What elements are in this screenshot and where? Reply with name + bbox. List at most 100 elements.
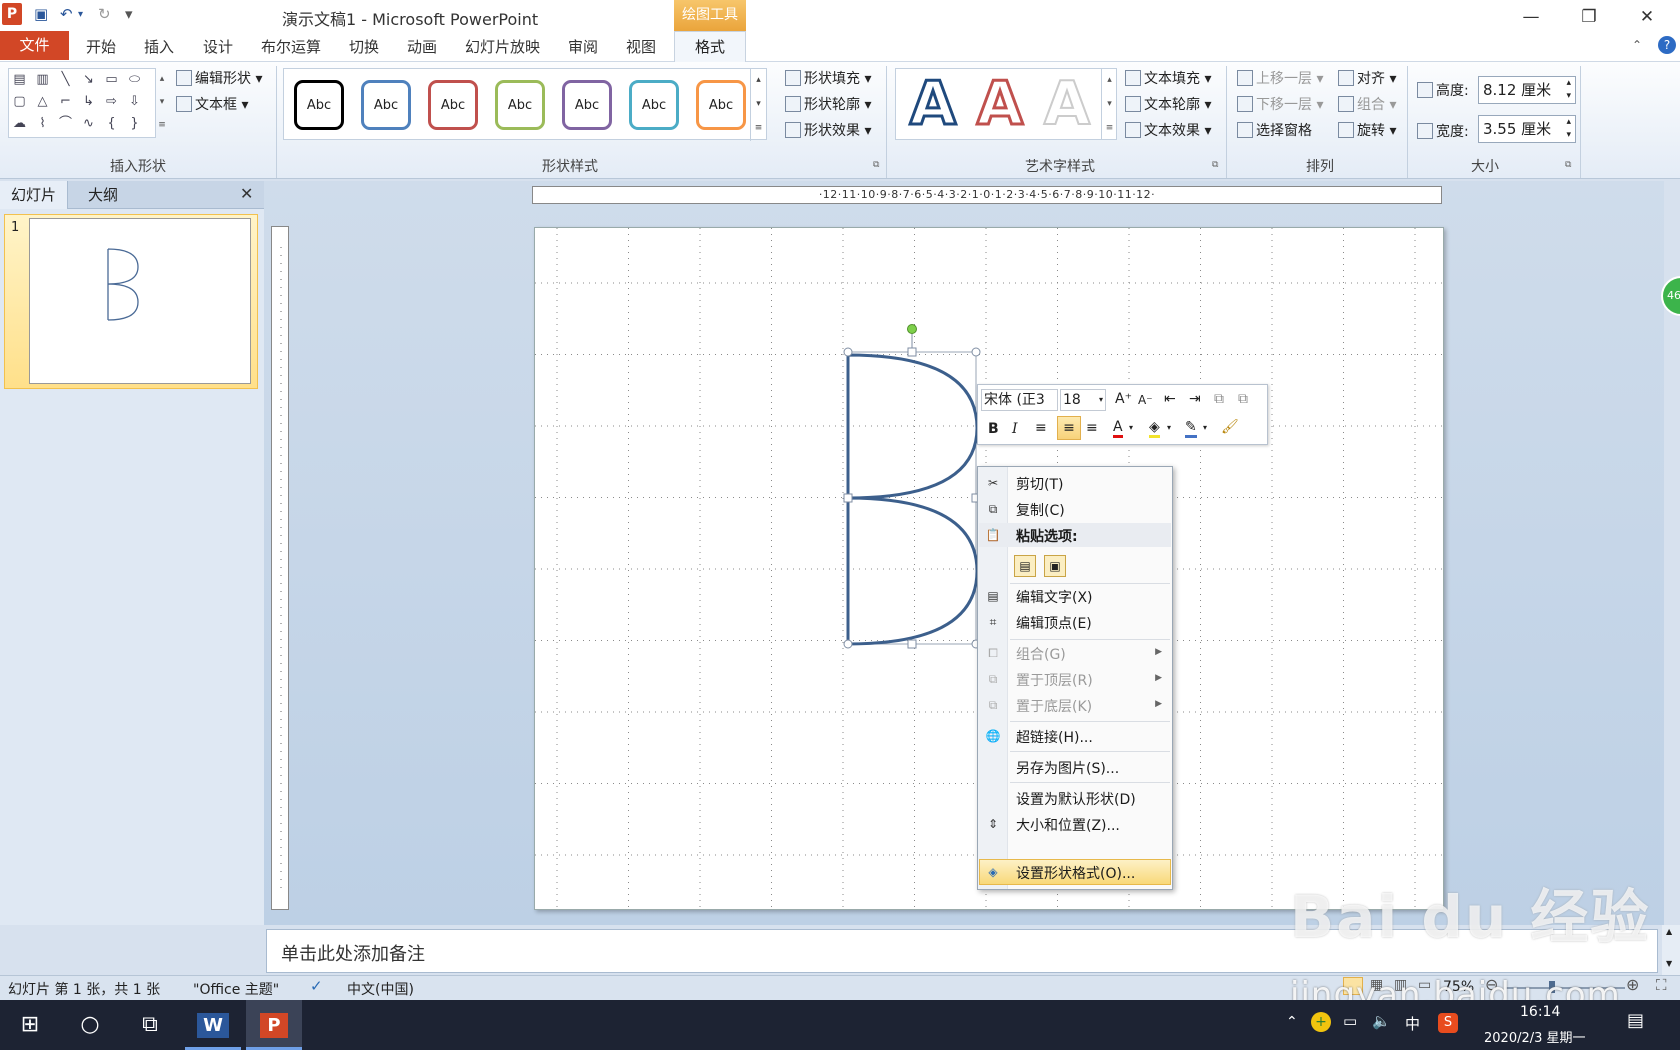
bring-forward-button[interactable]: 上移一层 ▾: [1237, 68, 1323, 88]
text-effects-button[interactable]: 文本效果 ▾: [1125, 120, 1211, 140]
search-icon[interactable]: ○: [62, 1000, 118, 1050]
menu-item-hyperlink[interactable]: 超链接(H)...: [1016, 727, 1093, 747]
minimize-icon[interactable]: —: [1503, 0, 1559, 34]
rotation-handle[interactable]: [907, 324, 917, 334]
shrink-font-icon[interactable]: A⁻: [1138, 393, 1153, 407]
gallery-more-icon[interactable]: ≡: [750, 117, 766, 141]
tab-format[interactable]: 格式: [674, 31, 746, 63]
text-fill-button[interactable]: 文本填充 ▾: [1125, 68, 1211, 88]
menu-item-copy[interactable]: 复制(C): [1016, 500, 1065, 520]
font-color-dropdown-icon[interactable]: ▾: [1129, 423, 1133, 432]
outline-color-icon[interactable]: ✎: [1185, 419, 1197, 438]
group-button[interactable]: 组合 ▾: [1338, 94, 1396, 114]
powerpoint-app-icon[interactable]: P: [2, 3, 22, 25]
status-language[interactable]: 中文(中国): [347, 979, 414, 999]
align-left-icon[interactable]: ≡: [1035, 420, 1047, 436]
font-name-select[interactable]: 宋体 (正3: [981, 389, 1058, 411]
selection-pane-button[interactable]: 选择窗格: [1237, 120, 1312, 140]
tab-slideshow[interactable]: 幻灯片放映: [465, 36, 540, 57]
customize-quick-access-icon[interactable]: ▾: [125, 5, 133, 23]
show-hidden-icons[interactable]: ⌃: [1286, 1014, 1298, 1030]
scroll-down-icon[interactable]: ▼: [1666, 959, 1672, 968]
grow-font-icon[interactable]: A⁺: [1115, 391, 1132, 407]
bold-icon[interactable]: B: [988, 421, 999, 437]
edit-shape-button[interactable]: 编辑形状 ▾: [176, 68, 262, 88]
wordart-gallery[interactable]: A A A: [895, 68, 1117, 140]
resize-handle-bottom-left[interactable]: [843, 639, 853, 649]
undo-dropdown-icon[interactable]: ▾: [78, 9, 83, 20]
gallery-scroll-up-icon[interactable]: ▴: [750, 69, 766, 93]
oval-shape-icon[interactable]: ⬭: [126, 71, 143, 88]
powerpoint-taskbar-icon[interactable]: P: [246, 1000, 302, 1050]
notes-scrollbar[interactable]: ▲ ▼: [1662, 925, 1680, 975]
close-icon[interactable]: ✕: [1619, 0, 1675, 34]
arrow-shape-icon[interactable]: ↘: [80, 71, 97, 88]
minimize-ribbon-icon[interactable]: ⌃: [1632, 38, 1642, 52]
tab-transitions[interactable]: 切换: [349, 36, 379, 57]
menu-item-size-position[interactable]: 大小和位置(Z)...: [1016, 815, 1120, 835]
resize-handle-bottom[interactable]: [907, 639, 917, 649]
text-outline-button[interactable]: 文本轮廓 ▾: [1125, 94, 1211, 114]
shape-styles-gallery[interactable]: ▴ ▾ ≡ Abc Abc Abc Abc Abc Abc Abc: [283, 68, 767, 141]
shape-style-swatch[interactable]: Abc: [562, 80, 612, 130]
gallery-scroll-down-icon[interactable]: ▾: [750, 93, 766, 117]
help-icon[interactable]: ?: [1658, 36, 1676, 54]
wordart-style-white[interactable]: A: [1035, 70, 1099, 138]
shape-effects-button[interactable]: 形状效果 ▾: [785, 120, 871, 140]
paste-as-picture-icon[interactable]: ▣: [1044, 555, 1066, 577]
resize-handle-top-right[interactable]: [971, 347, 981, 357]
bring-front-icon[interactable]: ⧉: [1214, 391, 1224, 407]
increase-indent-icon[interactable]: ⇥: [1189, 391, 1201, 407]
width-input[interactable]: 3.55 厘米 ▴ ▾: [1478, 115, 1576, 143]
wordart-gallery-scroll[interactable]: ▴ ▾ ≡: [1101, 68, 1117, 140]
save-icon[interactable]: ▣: [34, 5, 48, 23]
tab-file[interactable]: 文件: [0, 31, 69, 60]
curve-shape-icon[interactable]: ∿: [80, 115, 97, 132]
fit-to-window-icon[interactable]: ⛶: [1656, 976, 1667, 994]
volume-icon[interactable]: 🔈: [1372, 1012, 1391, 1030]
align-center-icon[interactable]: ≡: [1057, 416, 1081, 440]
slide-thumbnail[interactable]: [29, 218, 251, 384]
format-painter-icon[interactable]: 🖌: [1221, 419, 1239, 435]
windows-start-icon[interactable]: ⊞: [2, 1000, 58, 1050]
font-size-select[interactable]: 18 ▾: [1060, 389, 1106, 411]
undo-icon[interactable]: ↶: [60, 5, 73, 23]
line-shape-icon[interactable]: ╲: [57, 71, 74, 88]
textbox-shape-icon[interactable]: ▤: [11, 71, 28, 88]
height-spinner-icon[interactable]: ▴ ▾: [1566, 77, 1571, 103]
close-pane-icon[interactable]: ✕: [240, 184, 253, 203]
menu-item-edit-text[interactable]: 编辑文字(X): [1016, 587, 1093, 607]
shape-gallery-scroll[interactable]: ▴ ▾ ≡: [156, 68, 168, 138]
menu-item-format-shape[interactable]: 设置形状格式(O)...: [1016, 863, 1135, 883]
shape-style-swatch[interactable]: Abc: [428, 80, 478, 130]
horizontal-ruler[interactable]: ·12·11·10·9·8·7·6·5·4·3·2·1·0·1·2·3·4·5·…: [532, 186, 1442, 204]
tab-view[interactable]: 视图: [626, 36, 656, 57]
ime-indicator[interactable]: 中: [1405, 1013, 1420, 1034]
spell-check-icon[interactable]: ✓: [310, 977, 323, 995]
clock-date[interactable]: 2020/2/3 星期一: [1484, 1027, 1586, 1046]
outline-color-dropdown-icon[interactable]: ▾: [1203, 423, 1207, 432]
wordart-style-red[interactable]: A: [968, 70, 1032, 139]
rotate-button[interactable]: 旋转 ▾: [1338, 120, 1396, 140]
task-view-icon[interactable]: ⧉: [122, 1000, 178, 1050]
shape-style-swatch[interactable]: Abc: [629, 80, 679, 130]
arc-shape-icon[interactable]: ⌒: [57, 115, 74, 132]
elbow-connector-shape-icon[interactable]: ⌐: [57, 93, 74, 110]
shape-styles-launcher-icon[interactable]: ⧉: [873, 160, 879, 170]
paste-keep-source-icon[interactable]: ▤: [1014, 555, 1036, 577]
restore-icon[interactable]: ❐: [1561, 0, 1617, 34]
shape-style-swatch[interactable]: Abc: [294, 80, 344, 130]
redo-icon[interactable]: ↻: [98, 5, 111, 23]
size-launcher-icon[interactable]: ⧉: [1565, 160, 1571, 170]
tab-boolean[interactable]: 布尔运算: [261, 36, 321, 57]
send-back-icon[interactable]: ⧉: [1238, 391, 1248, 407]
network-icon[interactable]: ▭: [1343, 1012, 1357, 1030]
b-freeform-shape[interactable]: [846, 353, 979, 646]
right-arrow-shape-icon[interactable]: ⇨: [103, 93, 120, 110]
wordart-style-blue[interactable]: A: [901, 70, 965, 139]
menu-item-bring-to-front[interactable]: 置于顶层(R): [1016, 670, 1093, 690]
menu-item-group[interactable]: 组合(G): [1016, 644, 1066, 664]
rectangle-shape-icon[interactable]: ▭: [103, 71, 120, 88]
zoom-in-icon[interactable]: ⊕: [1626, 975, 1639, 994]
tray-app-icon[interactable]: +: [1311, 1012, 1331, 1032]
